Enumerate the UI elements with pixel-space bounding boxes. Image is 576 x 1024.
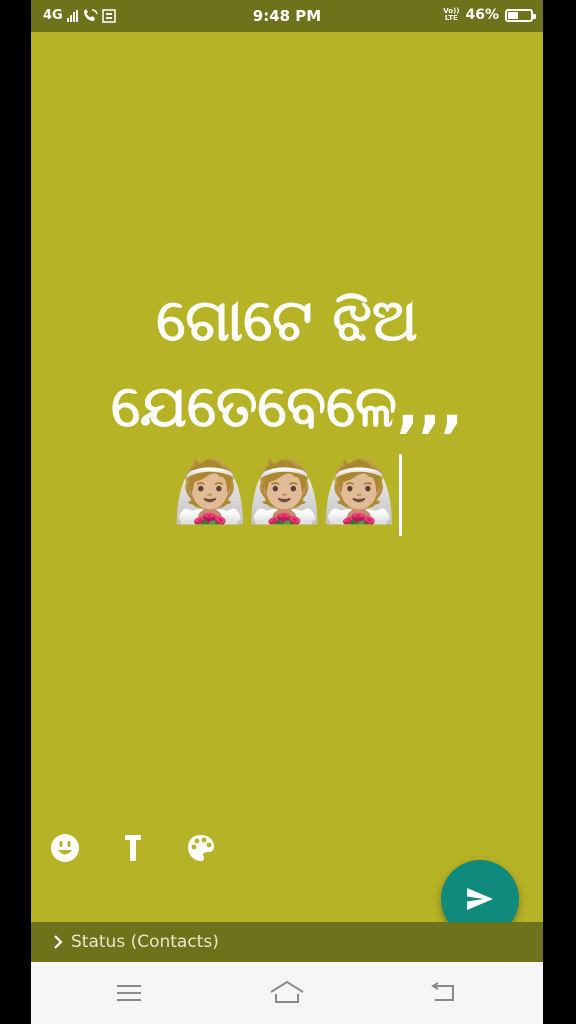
status-text-line1: ଗୋଟେ ଝିଅ <box>156 286 418 354</box>
navigation-bar <box>31 962 543 1024</box>
audience-label: Status (Contacts) <box>71 932 219 952</box>
home-icon[interactable] <box>267 976 307 1010</box>
editor-toolbar <box>49 832 217 864</box>
battery-icon <box>505 8 536 22</box>
phone-screen: 4G 9:48 PM Vo)) LTE 46% ଗୋଟେ ଝିଅ ଯେତେବେଳ… <box>31 0 543 1024</box>
text-style-icon[interactable] <box>117 832 149 864</box>
back-icon[interactable] <box>423 976 463 1010</box>
status-emoji-line: 👰🏼👰🏼👰🏼 <box>31 449 543 537</box>
status-bar: 4G 9:48 PM Vo)) LTE 46% <box>31 0 543 32</box>
status-editor-canvas[interactable]: ଗୋଟେ ଝିଅ ଯେତେବେଳେ,,, 👰🏼👰🏼👰🏼 <box>31 32 543 922</box>
send-icon <box>467 888 493 910</box>
battery-fill <box>508 11 518 19</box>
smiley-icon[interactable] <box>49 832 81 864</box>
emoji-text: 👰🏼👰🏼👰🏼 <box>172 457 397 527</box>
chevron-right-icon <box>54 935 63 949</box>
text-cursor <box>398 454 402 537</box>
status-text-line2: ଯେତେବେଳେ,,, <box>111 372 463 440</box>
volte-indicator: Vo)) LTE <box>443 8 459 22</box>
palette-icon[interactable] <box>185 832 217 864</box>
audience-selector[interactable]: Status (Contacts) <box>31 922 543 962</box>
status-text-input[interactable]: ଗୋଟେ ଝିଅ ଯେତେବେଳେ,,, 👰🏼👰🏼👰🏼 <box>31 277 543 537</box>
battery-percent: 46% <box>465 7 499 23</box>
volte-line2: LTE <box>444 14 458 22</box>
status-right: Vo)) LTE 46% <box>443 7 536 23</box>
menu-icon[interactable] <box>109 976 149 1010</box>
